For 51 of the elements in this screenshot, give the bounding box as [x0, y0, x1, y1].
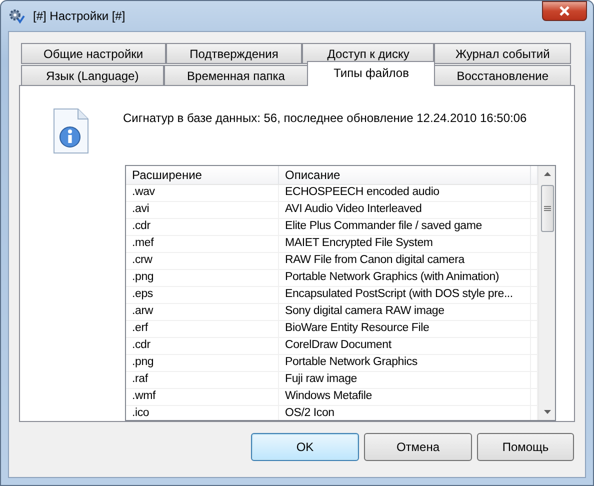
table-cell: Portable Network Graphics (with Animation): [279, 270, 531, 286]
table-cell: Elite Plus Commander file / saved game: [279, 219, 531, 235]
tab[interactable]: Язык (Language): [21, 65, 164, 86]
table-cell: .crw: [126, 253, 279, 269]
table-cell: .erf: [126, 321, 279, 337]
table-cell: RAW File from Canon digital camera: [279, 253, 531, 269]
dialog-button[interactable]: OK: [251, 433, 359, 461]
gear-icon: [9, 8, 25, 24]
table-cell: BioWare Entity Resource File: [279, 321, 531, 337]
tab[interactable]: Подтверждения: [166, 43, 302, 64]
tab[interactable]: Восстановление: [434, 65, 571, 86]
table-cell: .png: [126, 355, 279, 371]
info-document-icon: [53, 108, 89, 154]
table-cell: .ico: [126, 406, 279, 420]
table-cell: .eps: [126, 287, 279, 303]
tab[interactable]: Журнал событий: [434, 43, 571, 64]
close-icon: [559, 6, 570, 16]
window-title: [#] Настройки [#]: [33, 8, 126, 25]
table-cell: Encapsulated PostScript (with DOS style pre...: [279, 287, 531, 303]
table-cell: Sony digital camera RAW image: [279, 304, 531, 320]
dialog-button[interactable]: Помощь: [477, 433, 574, 461]
tab[interactable]: Типы файлов: [307, 61, 436, 86]
table-cell: AVI Audio Video Interleaved: [279, 202, 531, 218]
table-cell: .raf: [126, 372, 279, 388]
table-cell: .mef: [126, 236, 279, 252]
grip-icon: [544, 206, 550, 211]
tab[interactable]: Общие настройки: [21, 43, 166, 64]
table-cell: .wmf: [126, 389, 279, 405]
table-cell: .wav: [126, 185, 279, 201]
dialog-button[interactable]: Отмена: [364, 433, 472, 461]
scroll-thumb[interactable]: [540, 185, 554, 232]
scroll-up-icon[interactable]: [544, 172, 550, 176]
table-cell: CorelDraw Document: [279, 338, 531, 354]
table-cell: .cdr: [126, 338, 279, 354]
table-cell: MAIET Encrypted File System: [279, 236, 531, 252]
table-cell: Portable Network Graphics: [279, 355, 531, 371]
table-cell: .png: [126, 270, 279, 286]
table-cell: Fuji raw image: [279, 372, 531, 388]
column-header[interactable]: Расширение: [126, 166, 279, 184]
table-cell: .cdr: [126, 219, 279, 235]
close-button[interactable]: [542, 1, 587, 21]
column-header[interactable]: Описание: [279, 166, 531, 184]
scrollbar[interactable]: [538, 166, 555, 420]
table-cell: .arw: [126, 304, 279, 320]
table-cell: OS/2 Icon: [279, 406, 531, 420]
tab[interactable]: Временная папка: [164, 65, 308, 86]
scroll-down-icon[interactable]: [544, 410, 550, 414]
signature-info-text: Сигнатур в базе данных: 56, последнее обновление 12.24.2010 16:50:06: [123, 110, 527, 127]
table-cell: Windows Metafile: [279, 389, 531, 405]
table-cell: .avi: [126, 202, 279, 218]
table-cell: ECHOSPEECH encoded audio: [279, 185, 531, 201]
